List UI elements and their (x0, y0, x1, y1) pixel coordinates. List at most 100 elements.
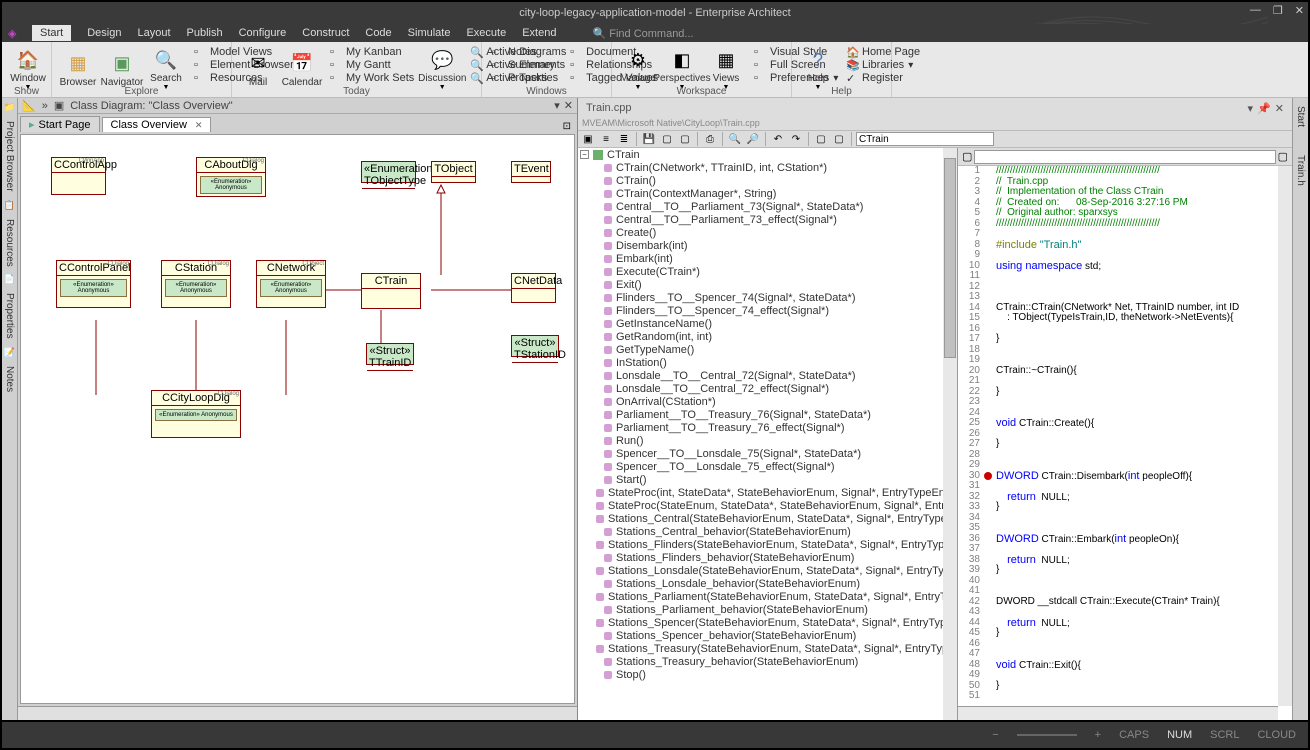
tree-method[interactable]: Stop() (578, 668, 957, 681)
tree-method[interactable]: Stations_Lonsdale(StateBehaviorEnum, Sta… (578, 564, 957, 577)
tree-method[interactable]: Lonsdale__TO__Central_72(Signal*, StateD… (578, 369, 957, 382)
code-line[interactable]: 6///////////////////////////////////////… (958, 219, 1278, 230)
code-line[interactable]: 32 return NULL; (958, 492, 1278, 503)
code-line[interactable]: 12 (958, 282, 1278, 293)
kanban-button[interactable]: ▫My Kanban (328, 46, 416, 58)
code-line[interactable]: 49 (958, 670, 1278, 681)
zoom-in[interactable]: + (1095, 729, 1101, 741)
code-line[interactable]: 1///////////////////////////////////////… (958, 166, 1278, 177)
zoom-slider[interactable] (1017, 734, 1077, 736)
code-line[interactable]: 13 (958, 292, 1278, 303)
register-button[interactable]: ✓Register (844, 72, 922, 84)
menu-simulate[interactable]: Simulate (408, 27, 451, 39)
diagram-hscroll[interactable] (18, 706, 577, 720)
class-cnetwork[interactable]: CNetworkCObject«Enumeration» Anonymous (256, 260, 326, 308)
class-caboutdlg[interactable]: CAboutDlgCDialog«Enumeration» Anonymous (196, 157, 266, 197)
code-line[interactable]: 45} (958, 628, 1278, 639)
close-tab-icon[interactable]: ✕ (195, 120, 203, 131)
code-line[interactable]: 3// Implementation of the Class CTrain (958, 187, 1278, 198)
code-line[interactable]: 28 (958, 450, 1278, 461)
tree-method[interactable]: Disembark(int) (578, 239, 957, 252)
code-line[interactable]: 15 : TObject(TypeIsTrain,ID, theNetwork-… (958, 313, 1278, 324)
tree-method[interactable]: Parliament__TO__Treasury_76_effect(Signa… (578, 421, 957, 434)
tree-method[interactable]: Flinders__TO__Spencer_74(Signal*, StateD… (578, 291, 957, 304)
tb-btn7[interactable]: ⎙ (702, 131, 718, 147)
tb-btn9[interactable]: 🔎 (745, 131, 761, 147)
code-line[interactable]: 39} (958, 565, 1278, 576)
diagram-canvas[interactable]: CControlAppCWinApp CAboutDlgCDialog«Enum… (20, 134, 575, 704)
class-ccityloopdlg[interactable]: CCityLoopDlgCDialog«Enumeration» Anonymo… (151, 390, 241, 438)
tree-method[interactable]: Central__TO__Parliament_73(Signal*, Stat… (578, 200, 957, 213)
code-line[interactable]: 23 (958, 397, 1278, 408)
code-line[interactable]: 51 (958, 691, 1278, 702)
code-line[interactable]: 26 (958, 429, 1278, 440)
projbrowser-tab[interactable]: Project Browser (4, 117, 15, 196)
code-line[interactable]: 16 (958, 324, 1278, 335)
menu-execute[interactable]: Execute (466, 27, 506, 39)
gantt-button[interactable]: ▫My Gantt (328, 59, 416, 71)
code-line[interactable]: 38 return NULL; (958, 555, 1278, 566)
class-ccontrolpanel[interactable]: CControlPanelCDialog«Enumeration» Anonym… (56, 260, 131, 308)
rtab-trainh[interactable]: Train.h (1295, 151, 1306, 190)
properties-tab[interactable]: Properties (4, 289, 15, 343)
tb-btn2[interactable]: ≡ (598, 131, 614, 147)
editor-hscroll[interactable] (958, 706, 1278, 720)
tree-method[interactable]: Spencer__TO__Lonsdale_75_effect(Signal*) (578, 460, 957, 473)
projbrowser-icon[interactable]: 📁 (4, 102, 15, 113)
find-command[interactable]: 🔍 Find Command... (592, 27, 693, 40)
code-line[interactable]: 11 (958, 271, 1278, 282)
tree-method[interactable]: Stations_Flinders(StateBehaviorEnum, Sta… (578, 538, 957, 551)
code-line[interactable]: 21 (958, 376, 1278, 387)
tree-method[interactable]: Central__TO__Parliament_73_effect(Signal… (578, 213, 957, 226)
tree-method[interactable]: Embark(int) (578, 252, 957, 265)
class-tobjecttype[interactable]: «Enumeration» TObjectType (361, 161, 416, 183)
menu-layout[interactable]: Layout (137, 27, 170, 39)
code-line[interactable]: 27} (958, 439, 1278, 450)
resources-tab[interactable]: Resources (4, 215, 15, 271)
tree-method[interactable]: Spencer__TO__Lonsdale_75(Signal*, StateD… (578, 447, 957, 460)
ed-btn1[interactable]: ▢ (962, 150, 972, 163)
tree-method[interactable]: Stations_Treasury_behavior(StateBehavior… (578, 655, 957, 668)
tree-method[interactable]: CTrain(CNetwork*, TTrainID, int, CStatio… (578, 161, 957, 174)
code-line[interactable]: 41 (958, 586, 1278, 597)
tab-startpage[interactable]: ▸Start Page (20, 116, 100, 132)
tb-btn11[interactable]: ↷ (788, 131, 804, 147)
tree-method[interactable]: CTrain() (578, 174, 957, 187)
tree-method[interactable]: GetTypeName() (578, 343, 957, 356)
tree-method[interactable]: Stations_Flinders_behavior(StateBehavior… (578, 551, 957, 564)
tree-root[interactable]: −CTrain (578, 148, 957, 161)
resources-icon[interactable]: 📋 (4, 200, 15, 211)
tb-btn6[interactable]: ▢ (677, 131, 693, 147)
code-line[interactable]: 44 return NULL; (958, 618, 1278, 629)
diag-dropdown[interactable]: ▾ (554, 99, 560, 112)
code-line[interactable]: 40 (958, 576, 1278, 587)
rtab-start[interactable]: Start (1295, 102, 1306, 131)
tree-method[interactable]: InStation() (578, 356, 957, 369)
code-line[interactable]: 20CTrain::~CTrain(){ (958, 366, 1278, 377)
code-close[interactable]: ✕ (1275, 102, 1284, 115)
tree-method[interactable]: Create() (578, 226, 957, 239)
menu-design[interactable]: Design (87, 27, 121, 39)
tree-method[interactable]: Stations_Lonsdale_behavior(StateBehavior… (578, 577, 957, 590)
code-line[interactable]: 50} (958, 681, 1278, 692)
tree-method[interactable]: Stations_Spencer(StateBehaviorEnum, Stat… (578, 616, 957, 629)
class-ttrainid[interactable]: «Struct» TTrainID (366, 343, 414, 365)
code-line[interactable]: 48void CTrain::Exit(){ (958, 660, 1278, 671)
properties-icon[interactable]: 📄 (4, 274, 15, 285)
tb-btn8[interactable]: 🔍 (727, 131, 743, 147)
class-ctrain[interactable]: CTrain (361, 273, 421, 309)
code-line[interactable]: 31 (958, 481, 1278, 492)
homepage-button[interactable]: 🏠Home Page (844, 46, 922, 58)
code-line[interactable]: 5// Original author: sparxsys (958, 208, 1278, 219)
tree-method[interactable]: Execute(CTrain*) (578, 265, 957, 278)
menu-code[interactable]: Code (365, 27, 391, 39)
tree-method[interactable]: Stations_Parliament_behavior(StateBehavi… (578, 603, 957, 616)
tree-method[interactable]: GetRandom(int, int) (578, 330, 957, 343)
tree-method[interactable]: Stations_Central(StateBehaviorEnum, Stat… (578, 512, 957, 525)
menu-extend[interactable]: Extend (522, 27, 556, 39)
code-line[interactable]: 37 (958, 544, 1278, 555)
tree-method[interactable]: Start() (578, 473, 957, 486)
zoom-out[interactable]: − (992, 729, 998, 741)
ed-btn2[interactable]: ▢ (1278, 150, 1288, 163)
tb-btn12[interactable]: ▢ (813, 131, 829, 147)
